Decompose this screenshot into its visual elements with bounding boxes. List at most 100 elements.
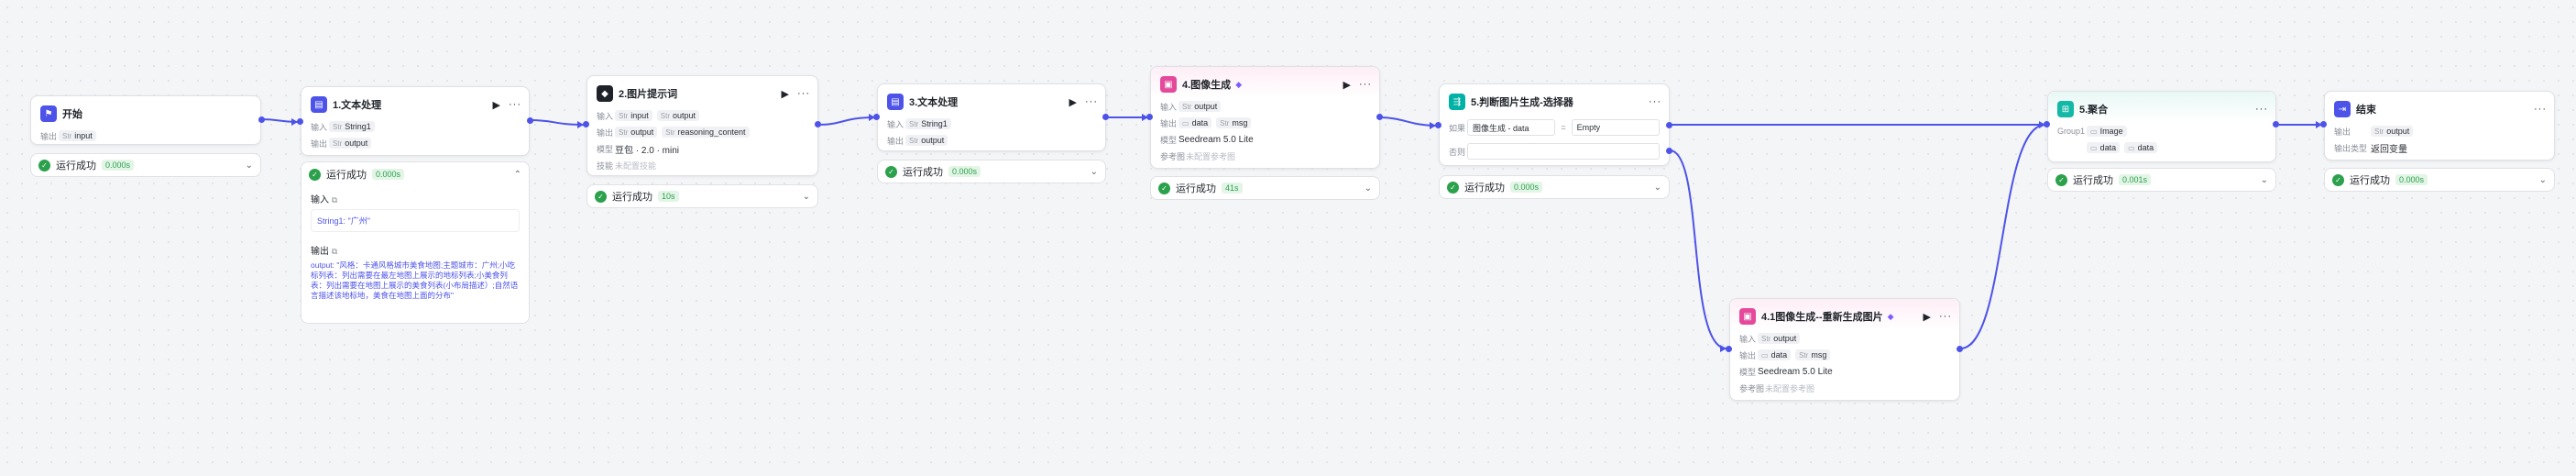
copy-icon[interactable]: ⧉ [332,195,337,205]
more-icon[interactable]: ··· [1939,311,1952,322]
output-var-tag: Str output [615,127,658,138]
status-prompt[interactable]: ✓ 运行成功 10s ⌄ [586,184,818,208]
result-input-heading: 输入 ⧉ [311,195,338,205]
status-selector[interactable]: ✓ 运行成功 0.000s ⌄ [1439,175,1670,199]
output-var-tag: Str input [59,130,96,141]
node-end[interactable]: ⇥ 结束 ··· 输出 Str output 输出类型 返回变量 [2324,91,2555,161]
port-end-in[interactable] [2320,121,2327,127]
copy-icon[interactable]: ⧉ [332,247,337,256]
model-label: 模型 [1160,135,1178,145]
node-selector[interactable]: ⇶ 5.判断图片生成-选择器 ··· 如果 图像生成 - data = Empt… [1439,83,1670,166]
more-icon[interactable]: ··· [2534,104,2547,115]
output-var-tag: Str output [2371,126,2414,137]
more-icon[interactable]: ··· [797,88,810,99]
status-start[interactable]: ✓ 运行成功 0.000s ⌄ [30,153,261,177]
more-icon[interactable]: ··· [1649,96,1661,107]
chevron-down-icon[interactable]: ⌄ [1654,183,1661,193]
group-label: Group1 [2057,127,2086,136]
chevron-down-icon[interactable]: ⌄ [2539,175,2547,185]
node-merge[interactable]: ⊞ 5.聚合 ··· Group1 ▭ Image ▭ data ▭ data [2047,91,2276,162]
port-prompt-out[interactable] [815,121,821,127]
output-var-tag: ▭ data [1178,117,1212,128]
result-output-value: output: "风格：卡通风格城市美食地图;主题城市：广州;小吃标列表：列出需… [311,260,519,300]
status-text3[interactable]: ✓ 运行成功 0.000s ⌄ [877,160,1106,183]
node-start[interactable]: ⚑ 开始 输出 Str input [30,95,261,145]
else-branch[interactable] [1467,143,1660,160]
node-title: 3.文本处理 [909,97,959,108]
status-label: 运行成功 [56,161,96,172]
node-image-prompt[interactable]: ◆ 2.图片提示词 ▶ ··· 输入 Str input Str output 输出… [586,75,818,176]
port-regen-out[interactable] [1957,346,1963,352]
more-icon[interactable]: ··· [1359,79,1372,90]
output-label: 输出 [2334,127,2351,137]
output-var-tag: Str output [329,138,372,149]
chevron-down-icon[interactable]: ⌄ [1091,167,1098,177]
port-img4-out[interactable] [1376,114,1383,120]
play-icon[interactable]: ▶ [493,99,501,111]
model-value: Seedream 5.0 Lite [1758,366,1833,377]
model-value: Seedream 5.0 Lite [1178,134,1254,145]
chevron-down-icon[interactable]: ⌄ [803,192,810,202]
node-text-process-1[interactable]: ▤ 1.文本处理 ▶ ··· 输入 Str String1 输出 Str outpu… [301,86,530,156]
play-icon[interactable]: ▶ [1924,311,1932,323]
condition-left[interactable]: 图像生成 - data [1467,119,1556,136]
chevron-down-icon[interactable]: ⌄ [2261,175,2268,185]
play-icon[interactable]: ▶ [1343,79,1352,91]
more-icon[interactable]: ··· [509,99,521,110]
ref-label: 参考图 [1160,151,1186,161]
port-text3-out[interactable] [1102,114,1109,120]
output-var-tag: ▭ data [1758,349,1792,360]
status-time: 10s [658,191,679,202]
if-label: 如果 [1449,123,1466,133]
output-type-label: 输出类型 [2334,143,2368,153]
port-merge-out[interactable] [2273,121,2279,127]
end-icon: ⇥ [2334,101,2351,117]
text-process-icon: ▤ [311,96,327,113]
port-selector-in[interactable] [1435,122,1441,128]
node-title: 5.判断图片生成-选择器 [1471,97,1573,108]
status-img4[interactable]: ✓ 运行成功 41s ⌄ [1150,176,1380,200]
port-merge-in[interactable] [2044,121,2050,127]
node-title: 4.图像生成 [1182,80,1232,91]
port-img4-in[interactable] [1146,114,1153,120]
group-option-tag: ▭ data [2124,142,2158,153]
output-var-tag: Str msg [1795,349,1831,360]
chevron-down-icon[interactable]: ⌄ [246,161,253,171]
status-merge[interactable]: ✓ 运行成功 0.001s ⌄ [2047,168,2276,192]
node-text-process-3[interactable]: ▤ 3.文本处理 ▶ ··· 输入 Str String1 输出 Str outpu… [877,83,1106,151]
chevron-up-icon[interactable]: ⌃ [514,170,521,180]
port-text3-in[interactable] [873,114,880,120]
chevron-down-icon[interactable]: ⌄ [1365,183,1372,194]
node-image-regen[interactable]: ▣ 4.1图像生成--重新生成图片 ◆ ▶ ··· 输入 Str output 输… [1729,298,1960,401]
node-image-gen-4[interactable]: ▣ 4.图像生成 ◆ ▶ ··· 输入 Str output 输出 ▭ data S… [1150,66,1380,169]
status-time: 0.000s [1510,182,1543,193]
output-label: 输出 [1160,118,1178,128]
result-output-heading: 输出 ⧉ [311,247,338,257]
play-icon[interactable]: ▶ [782,88,790,100]
input-var-tag: Str output [1758,333,1801,344]
check-icon: ✓ [2055,173,2067,186]
node-title: 开始 [62,109,82,120]
port-regen-in[interactable] [1726,346,1732,352]
more-icon[interactable]: ··· [2255,104,2268,115]
port-selector-if-out[interactable] [1666,122,1672,128]
status-end[interactable]: ✓ 运行成功 0.000s ⌄ [2324,168,2555,192]
condition-right[interactable]: Empty [1571,119,1660,136]
result-panel-text1: ✓ 运行成功 0.000s ⌃ 输入 ⧉ String1: "广州" 输出 ⧉ … [301,161,530,324]
node-title: 5.聚合 [2079,105,2109,116]
diamond-icon: ◆ [1235,79,1243,89]
input-var-tag: Str input [615,110,652,121]
port-start-out[interactable] [258,116,265,123]
port-selector-else-out[interactable] [1666,148,1672,154]
status-label: 运行成功 [326,170,367,181]
play-icon[interactable]: ▶ [1069,96,1078,108]
status-time: 0.000s [2395,174,2428,185]
port-prompt-in[interactable] [583,121,589,127]
check-icon: ✓ [1158,182,1170,194]
ref-label: 参考图 [1739,383,1765,393]
more-icon[interactable]: ··· [1085,96,1098,107]
port-text1-out[interactable] [527,117,533,124]
condition-operator[interactable]: = [1561,123,1565,132]
port-text1-in[interactable] [297,118,303,125]
model-label: 模型 [1739,367,1757,377]
